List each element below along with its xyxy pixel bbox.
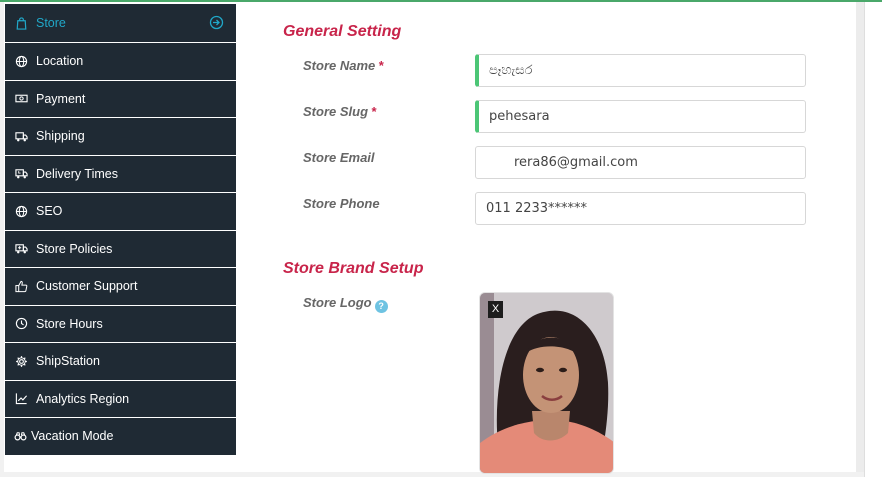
sidebar-item-label: Vacation Mode [31,429,114,444]
ambulance-icon [14,242,28,256]
sidebar-item-payment[interactable]: Payment [5,80,236,117]
store-phone-input[interactable]: 011 2233****** [475,192,806,225]
binoculars-icon [13,429,27,443]
sidebar-item-label: Store Policies [36,241,113,256]
sidebar-item-label: SEO [36,204,63,219]
thumbs-up-icon [14,279,28,293]
sidebar-item-label: Customer Support [36,279,138,294]
line-chart-icon [14,392,28,406]
store-slug-input[interactable]: pehesara [475,100,806,133]
gear-icon [14,354,28,368]
sidebar-item-label: Store Hours [36,316,103,331]
truck-icon [14,129,28,143]
store-email-input[interactable]: rera86@gmail.com [475,146,806,179]
sidebar-item-label: Location [36,54,84,69]
sidebar-item-vacation-mode[interactable]: Vacation Mode [5,418,236,455]
store-logo-image[interactable]: X [479,292,614,474]
sidebar-item-store-policies[interactable]: Store Policies [5,230,236,267]
globe-icon [14,204,28,218]
store-name-label: Store Name * [303,58,384,73]
general-setting-heading: General Setting [283,23,402,40]
arrow-circle-right-icon[interactable] [209,15,224,30]
sidebar-item-store-hours[interactable]: Store Hours [5,305,236,342]
sidebar-item-label: ShipStation [36,354,100,369]
store-logo-label: Store Logo? [303,295,388,313]
store-phone-label: Store Phone [303,196,380,211]
sidebar-item-label: Store [36,16,66,30]
sidebar-item-location[interactable]: Location [5,43,236,80]
shopping-bag-icon [14,16,28,30]
sidebar-item-seo[interactable]: SEO [5,193,236,230]
store-slug-label: Store Slug * [303,104,377,119]
remove-logo-button[interactable]: X [488,301,503,318]
sidebar-item-customer-support[interactable]: Customer Support [5,268,236,305]
sidebar-item-shipstation[interactable]: ShipStation [5,343,236,380]
sidebar-item-label: Delivery Times [36,166,118,181]
sidebar-item-label: Shipping [36,129,85,144]
sidebar-item-analytics-region[interactable]: Analytics Region [5,380,236,417]
settings-sidebar: Store Location Payment Shipping Delivery… [5,4,236,456]
clock-icon [14,317,28,331]
store-email-label: Store Email [303,150,375,165]
store-logo-photo [480,293,613,473]
sidebar-item-store[interactable]: Store [5,4,236,42]
sidebar-item-label: Analytics Region [36,391,130,406]
globe-icon [14,54,28,68]
sidebar-item-delivery-times[interactable]: Delivery Times [5,155,236,192]
sidebar-item-shipping[interactable]: Shipping [5,118,236,155]
store-name-input[interactable]: පෑහැසර [475,54,806,87]
money-bill-icon [14,92,28,106]
required-marker: * [371,104,377,119]
help-icon[interactable]: ? [374,300,388,313]
right-side-panel [864,2,882,477]
truck-clock-icon [14,167,28,181]
store-brand-setup-heading: Store Brand Setup [283,260,424,277]
required-marker: * [378,58,384,73]
sidebar-item-label: Payment [36,91,86,106]
panel-gutter [856,2,864,472]
